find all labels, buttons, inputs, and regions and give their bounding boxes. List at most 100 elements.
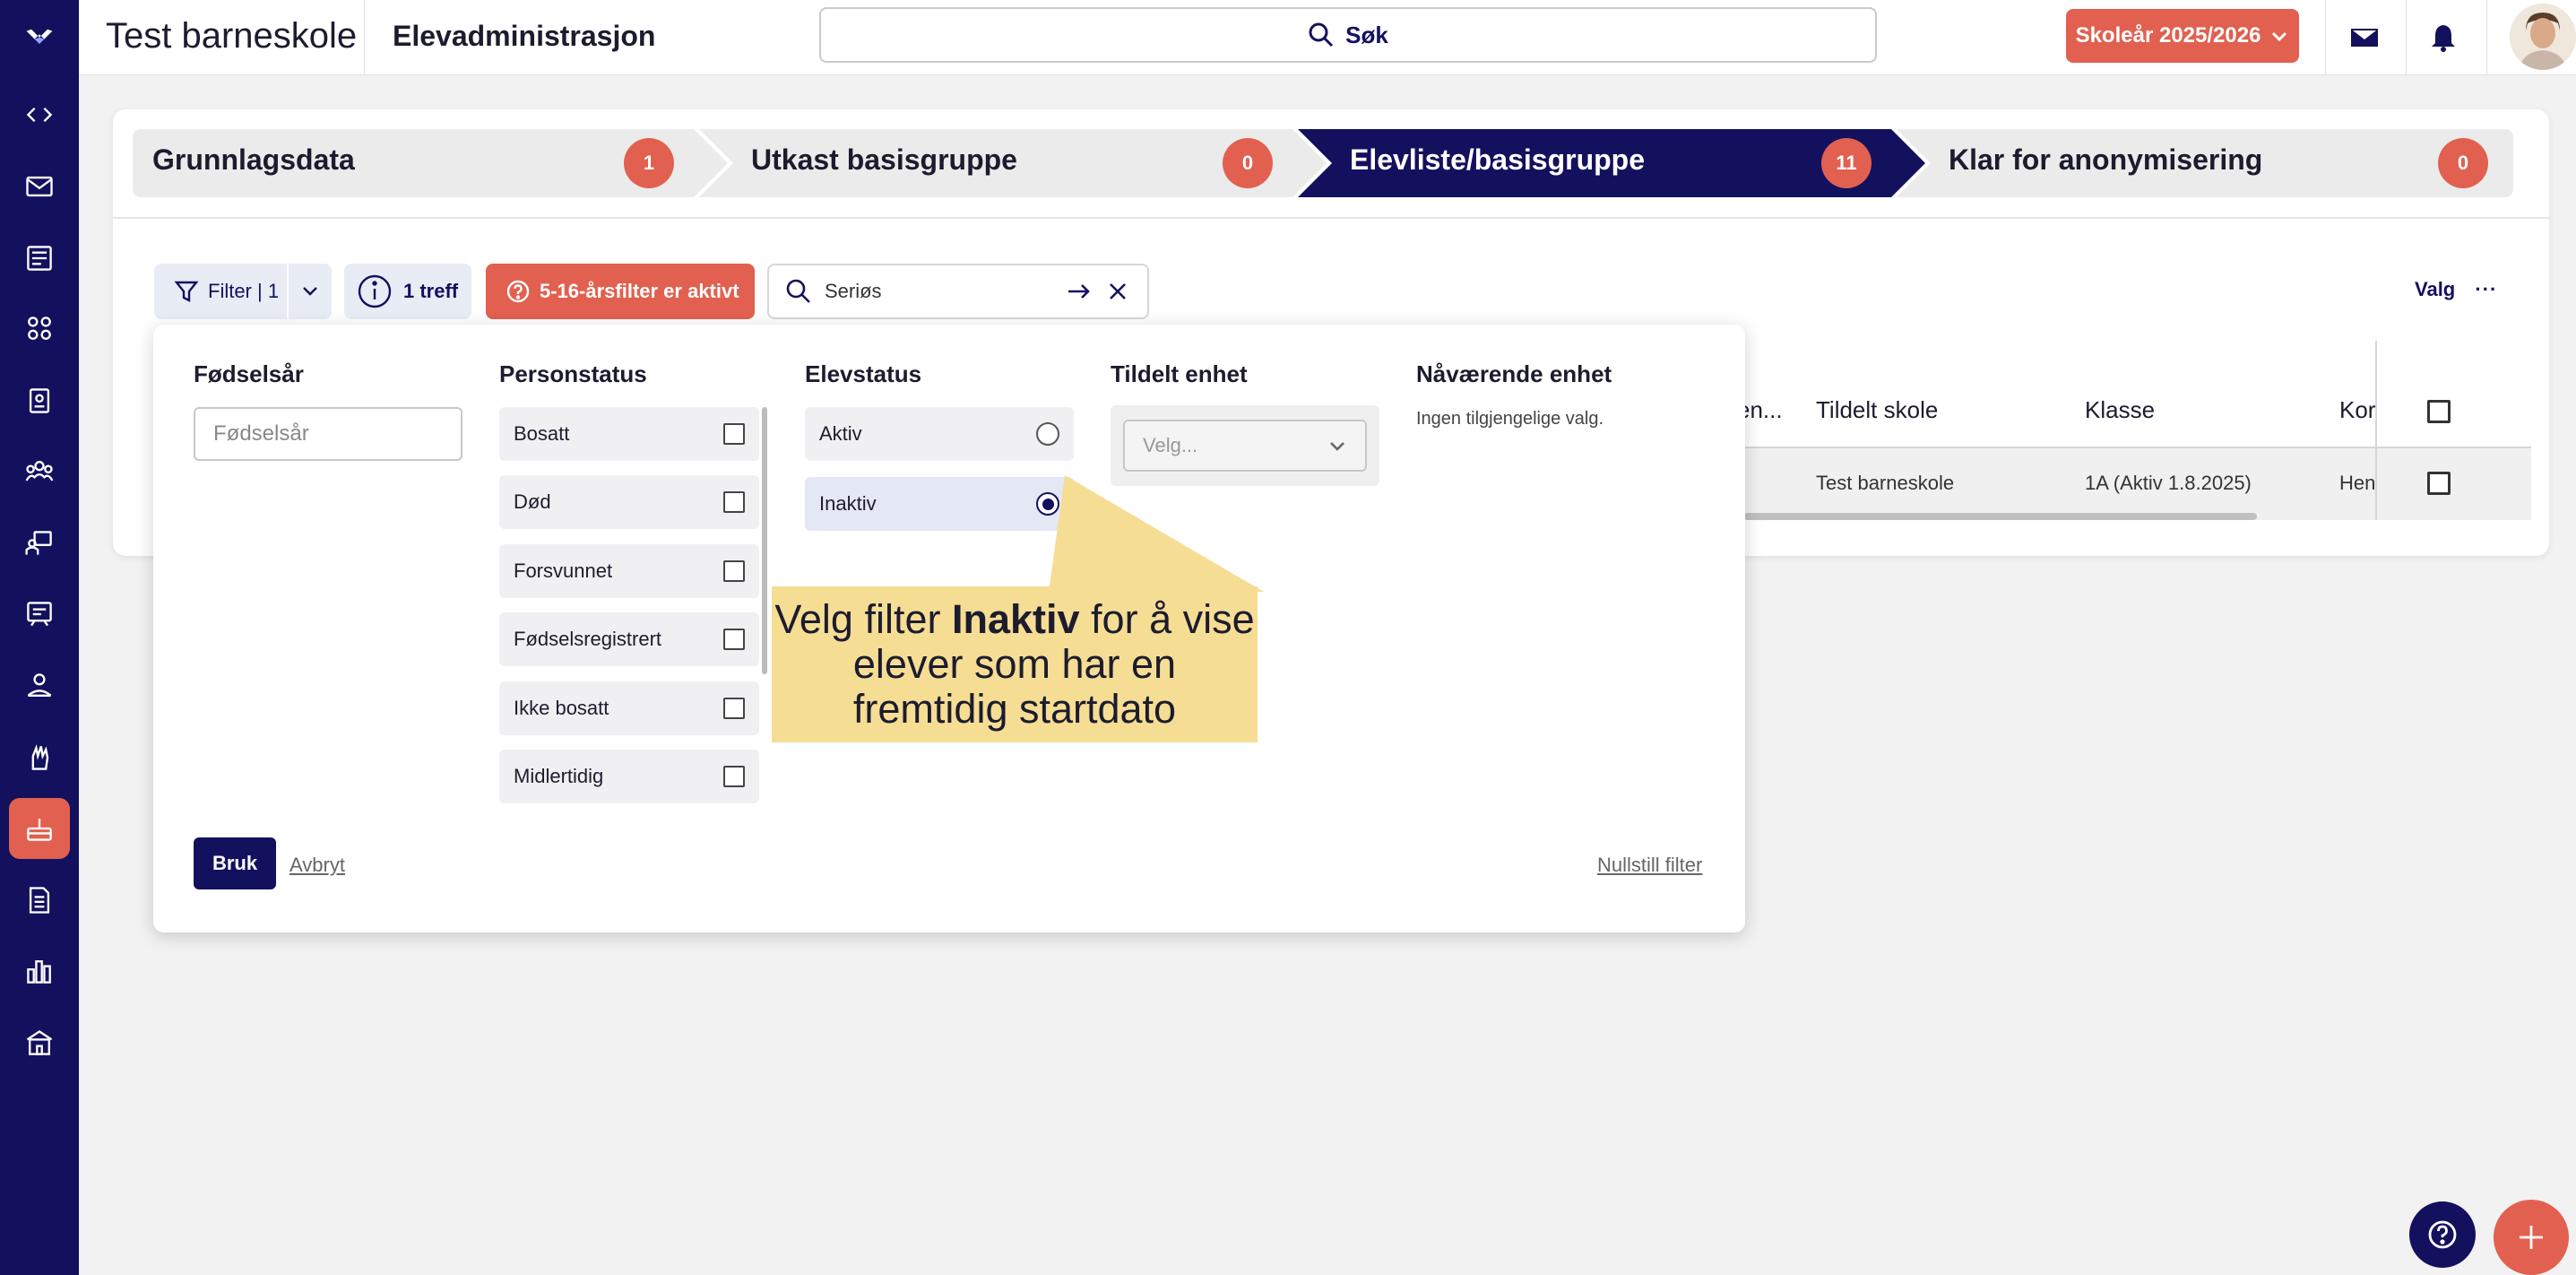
- divider: [2325, 0, 2326, 75]
- column-header-kontakt[interactable]: Kor: [2339, 396, 2375, 424]
- option-label: Fødselsregistrert: [514, 628, 662, 650]
- student-status-title: Elevstatus: [805, 360, 922, 387]
- callout-text-pre: Velg filter: [774, 596, 952, 642]
- arrow-right-icon[interactable]: [1065, 278, 1092, 305]
- logo-icon[interactable]: [9, 5, 70, 66]
- checkbox[interactable]: [723, 560, 745, 582]
- chevron-down-icon: [1330, 442, 1344, 451]
- cancel-link[interactable]: Avbryt: [290, 854, 345, 877]
- mail-icon[interactable]: [2343, 16, 2386, 59]
- hits-label: 1 treff: [403, 280, 459, 302]
- code-icon[interactable]: [9, 84, 70, 145]
- avatar[interactable]: [2510, 4, 2576, 70]
- checkbox[interactable]: [723, 491, 745, 513]
- step-count-badge: 11: [1821, 138, 1871, 188]
- callout-text-bold: Inaktiv: [951, 596, 1080, 642]
- list-scrollbar[interactable]: [762, 407, 767, 674]
- mentor-icon[interactable]: [9, 655, 70, 716]
- column-header-tildelt-skole[interactable]: Tildelt skole: [1816, 396, 1938, 424]
- person-status-title: Personstatus: [499, 360, 647, 387]
- search-icon: [1309, 22, 1334, 48]
- global-search[interactable]: Søk: [819, 7, 1877, 63]
- row-checkbox[interactable]: [2427, 472, 2451, 495]
- person-status-option[interactable]: Midlertidig: [499, 750, 759, 803]
- school-icon[interactable]: [9, 1012, 70, 1073]
- assigned-unit-select[interactable]: Velg...: [1123, 420, 1367, 472]
- student-status-aktiv[interactable]: Aktiv: [805, 407, 1074, 461]
- classroom-icon[interactable]: [9, 513, 70, 574]
- divider: [364, 0, 365, 75]
- radio-button[interactable]: [1036, 422, 1059, 446]
- option-label: Ikke bosatt: [514, 697, 609, 719]
- community-icon[interactable]: [9, 441, 70, 502]
- help-button[interactable]: [2409, 1201, 2476, 1268]
- step-utkast-basisgruppe[interactable]: Utkast basisgruppe: [751, 143, 1017, 177]
- birth-year-title: Fødselsår: [194, 360, 304, 387]
- divider: [113, 217, 2549, 219]
- option-label: Inaktiv: [819, 492, 877, 515]
- reset-filter-link[interactable]: Nullstill filter: [1597, 854, 1702, 877]
- step-count-badge: 1: [624, 138, 674, 188]
- school-year-button[interactable]: Skoleår 2025/2026: [2066, 9, 2299, 63]
- divider: [2375, 341, 2377, 520]
- step-klar-for-anonymisering[interactable]: Klar for anonymisering: [1949, 143, 2262, 177]
- checkbox[interactable]: [723, 423, 745, 445]
- assigned-unit-group: Velg...: [1111, 405, 1379, 486]
- column-header-klasse[interactable]: Klasse: [2085, 396, 2155, 424]
- close-icon[interactable]: [1104, 278, 1131, 305]
- horizontal-scrollbar[interactable]: [1744, 513, 2257, 520]
- select-all-checkbox[interactable]: [2427, 400, 2451, 423]
- guide-callout: Velg filter Inaktiv for å vise elever so…: [772, 586, 1258, 742]
- step-count-badge: 0: [1223, 138, 1273, 188]
- current-unit-title: Nåværende enhet: [1416, 360, 1612, 387]
- apply-button[interactable]: Bruk: [194, 837, 276, 889]
- options-menu-button[interactable]: Valg ···: [2415, 278, 2497, 301]
- board-icon[interactable]: [9, 584, 70, 645]
- checkbox[interactable]: [723, 766, 745, 787]
- person-status-option[interactable]: Forsvunnet: [499, 544, 759, 598]
- filter-icon: [174, 281, 199, 302]
- birth-year-input[interactable]: Fødselsår: [194, 407, 462, 461]
- add-button[interactable]: [2494, 1200, 2569, 1275]
- filter-dropdown-toggle[interactable]: [289, 279, 332, 304]
- table-search-input[interactable]: Seriøs: [767, 264, 1149, 319]
- groups-icon[interactable]: [9, 299, 70, 360]
- age-filter-warning[interactable]: 5-16-årsfilter er aktivt: [486, 264, 755, 319]
- person-status-option[interactable]: Fødselsregistrert: [499, 612, 759, 666]
- hits-info-button[interactable]: 1 treff: [344, 264, 471, 319]
- plus-icon: [2520, 1226, 2543, 1249]
- select-placeholder: Velg...: [1143, 434, 1198, 456]
- news-icon[interactable]: [9, 228, 70, 289]
- checkbox[interactable]: [723, 629, 745, 650]
- search-value: Seriøs: [825, 280, 882, 302]
- step-count-badge: 0: [2438, 138, 2488, 188]
- hand-icon[interactable]: [9, 727, 70, 788]
- step-grunnlagsdata[interactable]: Grunnlagsdata: [152, 143, 355, 177]
- stats-icon[interactable]: [9, 941, 70, 1002]
- bell-icon[interactable]: [2422, 16, 2465, 59]
- option-label: Aktiv: [819, 422, 862, 445]
- cell-contact: Hen: [2339, 472, 2375, 494]
- warning-label: 5-16-årsfilter er aktivt: [540, 280, 739, 302]
- document-icon[interactable]: [9, 870, 70, 931]
- options-label: Valg: [2415, 278, 2456, 300]
- person-status-option[interactable]: Ikke bosatt: [499, 681, 759, 735]
- help-icon: [506, 280, 530, 303]
- person-status-option[interactable]: Død: [499, 475, 759, 529]
- checkbox[interactable]: [723, 698, 745, 719]
- no-options-text: Ingen tilgjengelige valg.: [1416, 409, 1604, 429]
- cake-icon[interactable]: [9, 798, 70, 859]
- step-elevliste[interactable]: Elevliste/basisgruppe: [1350, 143, 1645, 177]
- mail-icon[interactable]: [9, 156, 70, 217]
- option-label: Midlertidig: [514, 765, 604, 787]
- chevron-down-icon: [303, 287, 317, 296]
- option-label: Forsvunnet: [514, 559, 613, 582]
- student-status-inaktiv[interactable]: Inaktiv: [805, 477, 1074, 531]
- chevron-down-icon: [2272, 31, 2287, 42]
- person-status-option[interactable]: Bosatt: [499, 407, 759, 461]
- callout-pointer: [1049, 475, 1264, 592]
- badge-icon[interactable]: [9, 370, 70, 431]
- filter-button[interactable]: Filter | 1: [154, 264, 332, 319]
- assigned-unit-title: Tildelt enhet: [1111, 360, 1248, 387]
- school-year-label: Skoleår 2025/2026: [2075, 23, 2261, 48]
